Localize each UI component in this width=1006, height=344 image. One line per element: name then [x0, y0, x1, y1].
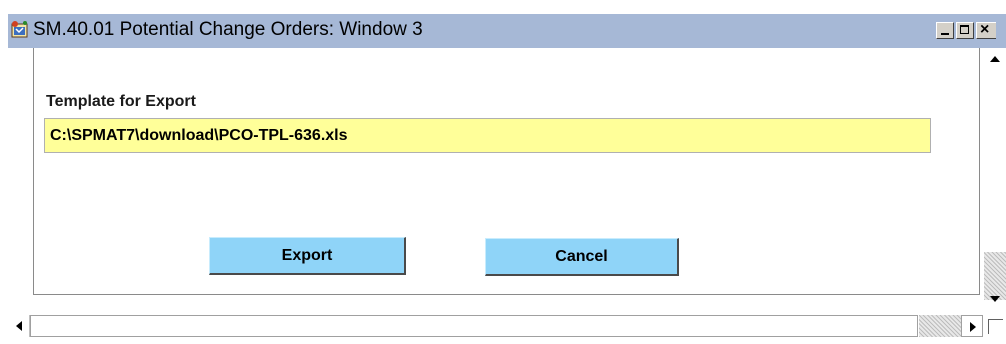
- vertical-scroll-track[interactable]: [984, 252, 1006, 300]
- scroll-down-icon[interactable]: [990, 296, 1000, 302]
- horizontal-scroll-thumb[interactable]: [30, 315, 918, 337]
- close-button[interactable]: ×: [976, 21, 996, 39]
- window-title: SM.40.01 Potential Change Orders: Window…: [33, 19, 423, 40]
- scroll-up-icon[interactable]: [990, 56, 1000, 62]
- export-button[interactable]: Export: [209, 237, 406, 275]
- maximize-button[interactable]: [956, 22, 974, 39]
- scroll-left-button[interactable]: [9, 315, 30, 337]
- template-label: Template for Export: [46, 93, 196, 110]
- window-title-bar[interactable]: SM.40.01 Potential Change Orders: Window…: [8, 14, 1006, 48]
- app-window-icon: [11, 21, 28, 38]
- template-path-field[interactable]: C:\SPMAT7\download\PCO-TPL-636.xls: [44, 118, 931, 153]
- resize-grip-icon[interactable]: [985, 315, 1006, 337]
- scroll-right-button[interactable]: [961, 315, 983, 337]
- minimize-button[interactable]: [936, 22, 954, 39]
- vertical-scrollbar[interactable]: [984, 48, 1006, 312]
- horizontal-scroll-track[interactable]: [919, 315, 961, 337]
- cancel-button[interactable]: Cancel: [485, 238, 679, 276]
- scroll-right-icon: [970, 322, 976, 332]
- scroll-left-icon: [16, 321, 22, 331]
- horizontal-scrollbar[interactable]: [8, 315, 1006, 337]
- close-icon: ×: [980, 21, 990, 38]
